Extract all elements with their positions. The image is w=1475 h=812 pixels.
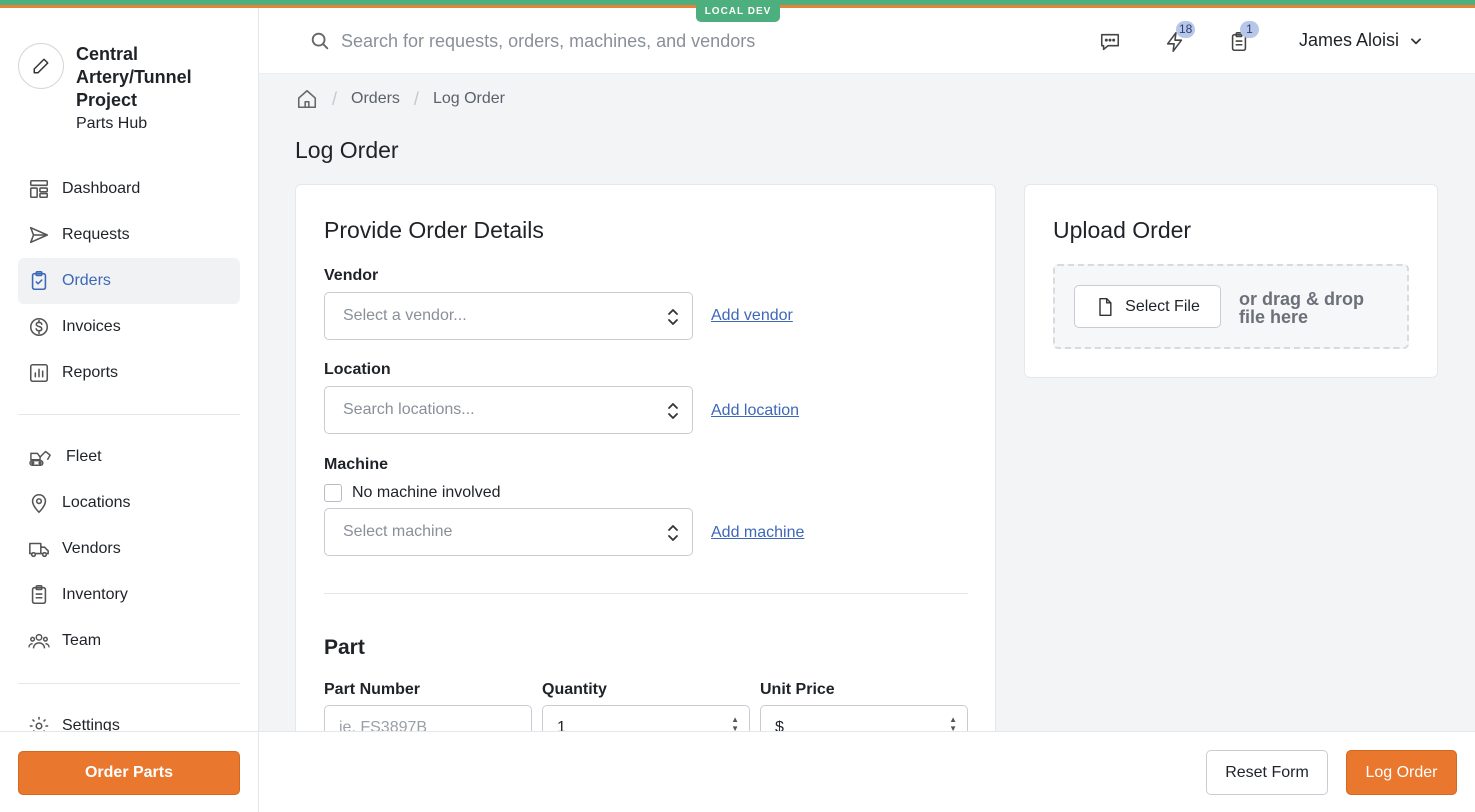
chart-icon bbox=[29, 363, 49, 383]
nav-divider bbox=[18, 414, 240, 415]
add-machine-link[interactable]: Add machine bbox=[711, 524, 804, 542]
select-file-label: Select File bbox=[1125, 297, 1200, 315]
top-header: 18 1 James Aloisi bbox=[259, 8, 1475, 74]
machine-label: Machine bbox=[324, 456, 389, 473]
form-action-bar: Reset Form Log Order bbox=[259, 731, 1475, 812]
home-icon[interactable] bbox=[296, 88, 318, 110]
select-file-button[interactable]: Select File bbox=[1074, 285, 1221, 328]
nav-label: Team bbox=[62, 632, 102, 649]
project-name: Central Artery/Tunnel Project bbox=[76, 44, 192, 110]
no-machine-checkbox[interactable] bbox=[324, 484, 342, 502]
breadcrumb-separator: / bbox=[332, 88, 338, 109]
nav-label: Locations bbox=[62, 494, 131, 511]
excavator-icon bbox=[29, 450, 51, 466]
app-name: Parts Hub bbox=[76, 115, 148, 132]
nav-item-team[interactable]: Team bbox=[18, 618, 240, 664]
message-icon bbox=[1100, 33, 1120, 51]
user-menu[interactable]: James Aloisi bbox=[1299, 30, 1423, 51]
chevron-down-icon bbox=[1411, 37, 1422, 44]
messages-button[interactable] bbox=[1098, 30, 1122, 54]
no-machine-label: No machine involved bbox=[352, 484, 501, 501]
sidebar: Central Artery/Tunnel Project Parts Hub … bbox=[0, 8, 259, 812]
nav-item-inventory[interactable]: Inventory bbox=[18, 572, 240, 618]
add-vendor-link[interactable]: Add vendor bbox=[711, 307, 793, 325]
primary-nav: Dashboard Requests Orders Invoices Repor… bbox=[18, 166, 240, 396]
unit-price-label: Unit Price bbox=[760, 681, 835, 698]
search-icon bbox=[311, 32, 329, 50]
nav-item-orders[interactable]: Orders bbox=[18, 258, 240, 304]
order-details-title: Provide Order Details bbox=[324, 217, 544, 243]
location-select[interactable]: Search locations... bbox=[324, 386, 693, 434]
nav-item-vendors[interactable]: Vendors bbox=[18, 526, 240, 572]
nav-item-requests[interactable]: Requests bbox=[18, 212, 240, 258]
sidebar-footer: Order Parts bbox=[0, 731, 258, 812]
drag-drop-hint: or drag & drop file here bbox=[1239, 289, 1364, 327]
machine-placeholder: Select machine bbox=[343, 523, 453, 540]
file-dropzone[interactable]: Select File or drag & drop file here bbox=[1053, 264, 1409, 349]
reset-form-button[interactable]: Reset Form bbox=[1206, 750, 1328, 795]
log-order-button[interactable]: Log Order bbox=[1346, 750, 1457, 795]
notifications-button[interactable]: 18 bbox=[1163, 21, 1196, 54]
nav-label: Reports bbox=[62, 364, 119, 381]
nav-label: Inventory bbox=[62, 586, 128, 603]
upload-order-title: Upload Order bbox=[1053, 217, 1192, 243]
nav-item-fleet[interactable]: Fleet bbox=[18, 434, 240, 480]
order-parts-button[interactable]: Order Parts bbox=[18, 751, 240, 795]
nav-divider bbox=[18, 683, 240, 684]
location-placeholder: Search locations... bbox=[343, 401, 475, 418]
notifications-count-badge: 18 bbox=[1176, 21, 1196, 38]
nav-label: Fleet bbox=[66, 448, 102, 465]
nav-item-invoices[interactable]: Invoices bbox=[18, 304, 240, 350]
nav-label: Dashboard bbox=[62, 180, 141, 197]
file-icon bbox=[1099, 297, 1112, 316]
breadcrumb-current: Log Order bbox=[432, 90, 505, 107]
nav-item-reports[interactable]: Reports bbox=[18, 350, 240, 396]
brand: Central Artery/Tunnel Project Parts Hub bbox=[18, 43, 216, 135]
nav-item-dashboard[interactable]: Dashboard bbox=[18, 166, 240, 212]
send-icon bbox=[29, 226, 49, 244]
secondary-nav: Fleet Locations Vendors Inventory Team bbox=[18, 434, 240, 664]
map-pin-icon bbox=[31, 493, 47, 514]
chevron-updown-icon bbox=[668, 525, 678, 541]
machine-select[interactable]: Select machine bbox=[324, 508, 693, 556]
user-name: James Aloisi bbox=[1299, 30, 1400, 50]
nav-label: Orders bbox=[62, 272, 111, 289]
breadcrumb-orders[interactable]: Orders bbox=[351, 90, 400, 108]
vendor-label: Vendor bbox=[324, 267, 379, 284]
edit-brand-button[interactable] bbox=[18, 43, 64, 89]
location-label: Location bbox=[324, 361, 391, 378]
clipboard-icon bbox=[31, 271, 47, 291]
reset-form-label: Reset Form bbox=[1225, 763, 1309, 781]
page-title: Log Order bbox=[295, 137, 399, 163]
nav-item-locations[interactable]: Locations bbox=[18, 480, 240, 526]
nav-label: Requests bbox=[62, 226, 130, 243]
pencil-icon bbox=[33, 58, 49, 74]
vendor-select[interactable]: Select a vendor... bbox=[324, 292, 693, 340]
team-icon bbox=[28, 633, 50, 649]
nav-label: Invoices bbox=[62, 318, 121, 335]
section-divider bbox=[324, 593, 968, 594]
chevron-updown-icon bbox=[668, 403, 678, 419]
tasks-count-badge: 1 bbox=[1240, 21, 1259, 38]
add-location-link[interactable]: Add location bbox=[711, 402, 799, 420]
upload-order-card: Upload Order Select File or drag & drop … bbox=[1024, 184, 1438, 378]
chevron-updown-icon bbox=[668, 309, 678, 325]
search-input[interactable] bbox=[341, 30, 901, 52]
breadcrumb: / Orders / Log Order bbox=[296, 88, 505, 110]
dashboard-icon bbox=[29, 179, 49, 199]
tasks-button[interactable]: 1 bbox=[1227, 21, 1259, 54]
clipboard-list-icon bbox=[31, 585, 47, 605]
truck-icon bbox=[29, 542, 49, 558]
breadcrumb-separator: / bbox=[413, 88, 419, 109]
dollar-icon bbox=[29, 317, 49, 337]
order-details-card: Provide Order Details Vendor Select a ve… bbox=[295, 184, 996, 753]
part-number-label: Part Number bbox=[324, 681, 421, 698]
environment-badge: LOCAL DEV bbox=[696, 2, 780, 22]
global-search bbox=[309, 30, 901, 52]
quantity-label: Quantity bbox=[542, 681, 607, 698]
vendor-placeholder: Select a vendor... bbox=[343, 307, 467, 324]
part-section-title: Part bbox=[324, 636, 365, 659]
nav-label: Vendors bbox=[62, 540, 121, 557]
